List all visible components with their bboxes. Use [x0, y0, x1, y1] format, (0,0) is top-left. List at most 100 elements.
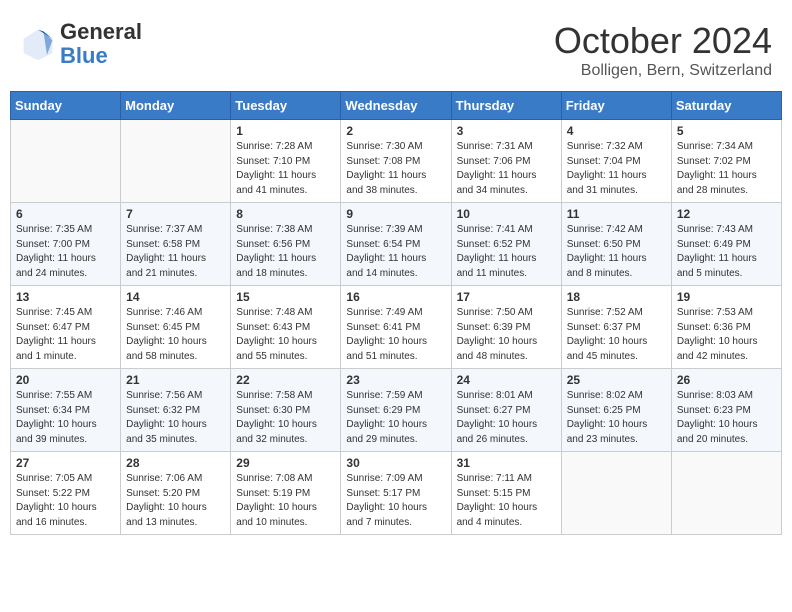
calendar-cell: 25Sunrise: 8:02 AM Sunset: 6:25 PM Dayli… — [561, 369, 671, 452]
day-number: 9 — [346, 207, 445, 221]
day-of-week-header: Monday — [121, 92, 231, 120]
calendar-week-row: 1 Sunrise: 7:28 AM Sunset: 7:10 PM Daylig… — [11, 120, 782, 203]
day-number: 13 — [16, 290, 115, 304]
day-info: Sunrise: 7:31 AM Sunset: 7:06 PM Dayligh… — [457, 140, 556, 198]
day-info: Sunrise: 7:41 AM Sunset: 6:52 PM Dayligh… — [457, 223, 556, 281]
day-number: 1 — [236, 124, 335, 138]
day-info: Sunrise: 7:50 AM Sunset: 6:39 PM Dayligh… — [457, 306, 556, 364]
day-number: 29 — [236, 456, 335, 470]
calendar-cell: 30Sunrise: 7:09 AM Sunset: 5:17 PM Dayli… — [341, 452, 451, 535]
calendar-cell — [121, 120, 231, 203]
calendar-cell: 24 Sunrise: 8:01 AM Sunset: 6:27 PM Dayli… — [451, 369, 561, 452]
day-of-week-header: Friday — [561, 92, 671, 120]
calendar-week-row: 20Sunrise: 7:55 AM Sunset: 6:34 PM Dayli… — [11, 369, 782, 452]
logo-line2: Blue — [60, 44, 142, 68]
calendar-cell: 17 Sunrise: 7:50 AM Sunset: 6:39 PM Dayli… — [451, 286, 561, 369]
day-info: Sunrise: 7:30 AM Sunset: 7:08 PM Dayligh… — [346, 140, 445, 198]
page-header: General Blue October 2024 Bolligen, Bern… — [10, 10, 782, 85]
day-info: Sunrise: 7:08 AM Sunset: 5:19 PM Dayligh… — [236, 472, 335, 530]
calendar-cell — [671, 452, 781, 535]
day-info: Sunrise: 7:49 AM Sunset: 6:41 PM Dayligh… — [346, 306, 445, 364]
calendar-cell — [11, 120, 121, 203]
day-info: Sunrise: 7:56 AM Sunset: 6:32 PM Dayligh… — [126, 389, 225, 447]
calendar-cell: 9 Sunrise: 7:39 AM Sunset: 6:54 PM Daylig… — [341, 203, 451, 286]
calendar-cell: 14 Sunrise: 7:46 AM Sunset: 6:45 PM Dayli… — [121, 286, 231, 369]
calendar-cell: 19 Sunrise: 7:53 AM Sunset: 6:36 PM Dayli… — [671, 286, 781, 369]
day-number: 7 — [126, 207, 225, 221]
calendar-cell: 20Sunrise: 7:55 AM Sunset: 6:34 PM Dayli… — [11, 369, 121, 452]
calendar-cell: 29 Sunrise: 7:08 AM Sunset: 5:19 PM Dayli… — [231, 452, 341, 535]
calendar-cell: 4 Sunrise: 7:32 AM Sunset: 7:04 PM Daylig… — [561, 120, 671, 203]
day-of-week-header: Tuesday — [231, 92, 341, 120]
day-info: Sunrise: 7:55 AM Sunset: 6:34 PM Dayligh… — [16, 389, 115, 447]
day-number: 12 — [677, 207, 776, 221]
calendar-cell: 23 Sunrise: 7:59 AM Sunset: 6:29 PM Dayli… — [341, 369, 451, 452]
day-number: 26 — [677, 373, 776, 387]
calendar-cell: 7 Sunrise: 7:37 AM Sunset: 6:58 PM Daylig… — [121, 203, 231, 286]
day-info: Sunrise: 8:01 AM Sunset: 6:27 PM Dayligh… — [457, 389, 556, 447]
day-number: 31 — [457, 456, 556, 470]
day-info: Sunrise: 7:37 AM Sunset: 6:58 PM Dayligh… — [126, 223, 225, 281]
calendar-week-row: 27 Sunrise: 7:05 AM Sunset: 5:22 PM Dayli… — [11, 452, 782, 535]
calendar-cell: 11 Sunrise: 7:42 AM Sunset: 6:50 PM Dayli… — [561, 203, 671, 286]
logo-icon — [20, 26, 56, 62]
month-title: October 2024 — [554, 20, 772, 62]
logo-line1: General — [60, 20, 142, 44]
day-info: Sunrise: 7:05 AM Sunset: 5:22 PM Dayligh… — [16, 472, 115, 530]
day-number: 14 — [126, 290, 225, 304]
calendar-cell: 13 Sunrise: 7:45 AM Sunset: 6:47 PM Dayli… — [11, 286, 121, 369]
day-info: Sunrise: 7:32 AM Sunset: 7:04 PM Dayligh… — [567, 140, 666, 198]
calendar-cell: 8Sunrise: 7:38 AM Sunset: 6:56 PM Daylig… — [231, 203, 341, 286]
day-info: Sunrise: 7:48 AM Sunset: 6:43 PM Dayligh… — [236, 306, 335, 364]
day-info: Sunrise: 7:06 AM Sunset: 5:20 PM Dayligh… — [126, 472, 225, 530]
day-number: 11 — [567, 207, 666, 221]
day-info: Sunrise: 7:43 AM Sunset: 6:49 PM Dayligh… — [677, 223, 776, 281]
day-number: 4 — [567, 124, 666, 138]
day-info: Sunrise: 7:59 AM Sunset: 6:29 PM Dayligh… — [346, 389, 445, 447]
logo: General Blue — [20, 20, 142, 68]
calendar-cell: 3Sunrise: 7:31 AM Sunset: 7:06 PM Daylig… — [451, 120, 561, 203]
day-of-week-header: Thursday — [451, 92, 561, 120]
day-info: Sunrise: 7:53 AM Sunset: 6:36 PM Dayligh… — [677, 306, 776, 364]
day-info: Sunrise: 7:45 AM Sunset: 6:47 PM Dayligh… — [16, 306, 115, 364]
calendar-cell: 12 Sunrise: 7:43 AM Sunset: 6:49 PM Dayli… — [671, 203, 781, 286]
day-number: 28 — [126, 456, 225, 470]
calendar-cell: 18 Sunrise: 7:52 AM Sunset: 6:37 PM Dayli… — [561, 286, 671, 369]
day-of-week-header: Saturday — [671, 92, 781, 120]
calendar-cell: 31Sunrise: 7:11 AM Sunset: 5:15 PM Dayli… — [451, 452, 561, 535]
day-info: Sunrise: 7:28 AM Sunset: 7:10 PM Dayligh… — [236, 140, 335, 198]
day-number: 23 — [346, 373, 445, 387]
day-info: Sunrise: 7:34 AM Sunset: 7:02 PM Dayligh… — [677, 140, 776, 198]
day-info: Sunrise: 7:58 AM Sunset: 6:30 PM Dayligh… — [236, 389, 335, 447]
day-number: 10 — [457, 207, 556, 221]
calendar-cell: 22Sunrise: 7:58 AM Sunset: 6:30 PM Dayli… — [231, 369, 341, 452]
calendar-cell: 28 Sunrise: 7:06 AM Sunset: 5:20 PM Dayli… — [121, 452, 231, 535]
day-number: 30 — [346, 456, 445, 470]
day-info: Sunrise: 7:42 AM Sunset: 6:50 PM Dayligh… — [567, 223, 666, 281]
day-number: 27 — [16, 456, 115, 470]
day-of-week-header: Sunday — [11, 92, 121, 120]
day-number: 2 — [346, 124, 445, 138]
day-number: 16 — [346, 290, 445, 304]
day-number: 6 — [16, 207, 115, 221]
calendar-cell: 2 Sunrise: 7:30 AM Sunset: 7:08 PM Daylig… — [341, 120, 451, 203]
calendar-cell: 15 Sunrise: 7:48 AM Sunset: 6:43 PM Dayli… — [231, 286, 341, 369]
calendar-cell: 21Sunrise: 7:56 AM Sunset: 6:32 PM Dayli… — [121, 369, 231, 452]
calendar-header-row: SundayMondayTuesdayWednesdayThursdayFrid… — [11, 92, 782, 120]
calendar-table: SundayMondayTuesdayWednesdayThursdayFrid… — [10, 91, 782, 535]
calendar-cell: 26 Sunrise: 8:03 AM Sunset: 6:23 PM Dayli… — [671, 369, 781, 452]
day-info: Sunrise: 7:52 AM Sunset: 6:37 PM Dayligh… — [567, 306, 666, 364]
calendar-cell: 6Sunrise: 7:35 AM Sunset: 7:00 PM Daylig… — [11, 203, 121, 286]
title-block: October 2024 Bolligen, Bern, Switzerland — [554, 20, 772, 80]
day-number: 17 — [457, 290, 556, 304]
calendar-cell: 10 Sunrise: 7:41 AM Sunset: 6:52 PM Dayli… — [451, 203, 561, 286]
day-number: 18 — [567, 290, 666, 304]
day-info: Sunrise: 7:46 AM Sunset: 6:45 PM Dayligh… — [126, 306, 225, 364]
day-number: 5 — [677, 124, 776, 138]
day-number: 24 — [457, 373, 556, 387]
day-number: 15 — [236, 290, 335, 304]
day-number: 19 — [677, 290, 776, 304]
calendar-week-row: 13 Sunrise: 7:45 AM Sunset: 6:47 PM Dayli… — [11, 286, 782, 369]
day-info: Sunrise: 7:39 AM Sunset: 6:54 PM Dayligh… — [346, 223, 445, 281]
day-info: Sunrise: 8:03 AM Sunset: 6:23 PM Dayligh… — [677, 389, 776, 447]
